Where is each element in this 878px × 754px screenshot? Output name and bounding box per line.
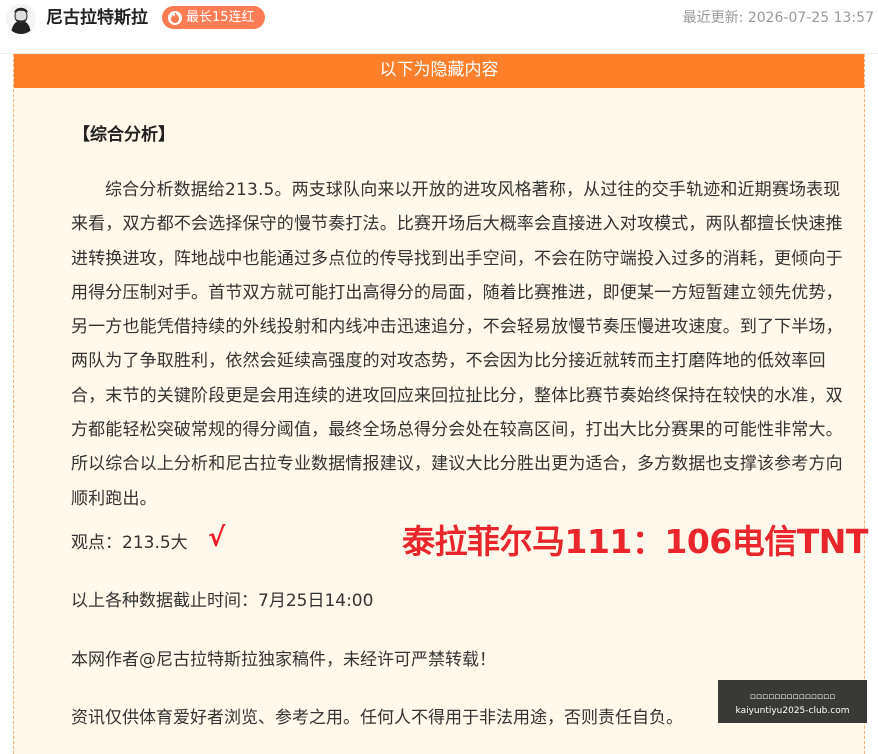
hidden-content-banner: 以下为隐藏内容 <box>14 54 864 88</box>
last-updated: 最近更新: 2026-07-25 13:57 <box>683 9 874 27</box>
flame-icon <box>168 10 182 25</box>
last-updated-label: 最近更新: <box>682 10 744 26</box>
section-title: 【综合分析】 <box>73 125 175 145</box>
check-mark-icon: √ <box>208 523 226 553</box>
copyright-notice: 本网作者@尼古拉特斯拉独家稿件，未经许可严禁转载！ <box>71 650 496 670</box>
last-updated-time: 2026-07-25 13:57 <box>747 10 874 26</box>
prediction-view: 观点：213.5大 <box>71 533 188 553</box>
streak-badge: 最长15连红 <box>162 6 265 29</box>
streak-badge-label: 最长15连红 <box>186 10 255 25</box>
site-watermark: ▫▫▫▫▫▫▫▫▫▫▫▫▫▫ kaiyuntiyu2025-club.com <box>718 680 867 723</box>
article-header: 尼古拉特斯拉 最长15连红 最近更新: 2026-07-25 13:57 <box>0 0 878 54</box>
author-avatar[interactable] <box>6 4 36 34</box>
disclaimer-text: 资讯仅供体育爱好者浏览、参考之用。任何人不得用于非法用途，否则责任自负。 <box>71 708 683 728</box>
avatar-portrait-icon <box>6 4 36 34</box>
watermark-line-1: ▫▫▫▫▫▫▫▫▫▫▫▫▫▫ <box>749 692 836 702</box>
data-cutoff-time: 以上各种数据截止时间：7月25日14:00 <box>71 591 374 611</box>
watermark-url: kaiyuntiyu2025-club.com <box>735 706 850 716</box>
author-name[interactable]: 尼古拉特斯拉 <box>46 6 148 30</box>
hidden-content-panel: 以下为隐藏内容 【综合分析】 综合分析数据给213.5。两支球队向来以开放的进攻… <box>13 54 868 754</box>
analysis-body: 综合分析数据给213.5。两支球队向来以开放的进攻风格著称，从过往的交手轨迹和近… <box>71 180 843 509</box>
match-result: 泰拉菲尔马111：106电信TNT <box>402 522 868 561</box>
